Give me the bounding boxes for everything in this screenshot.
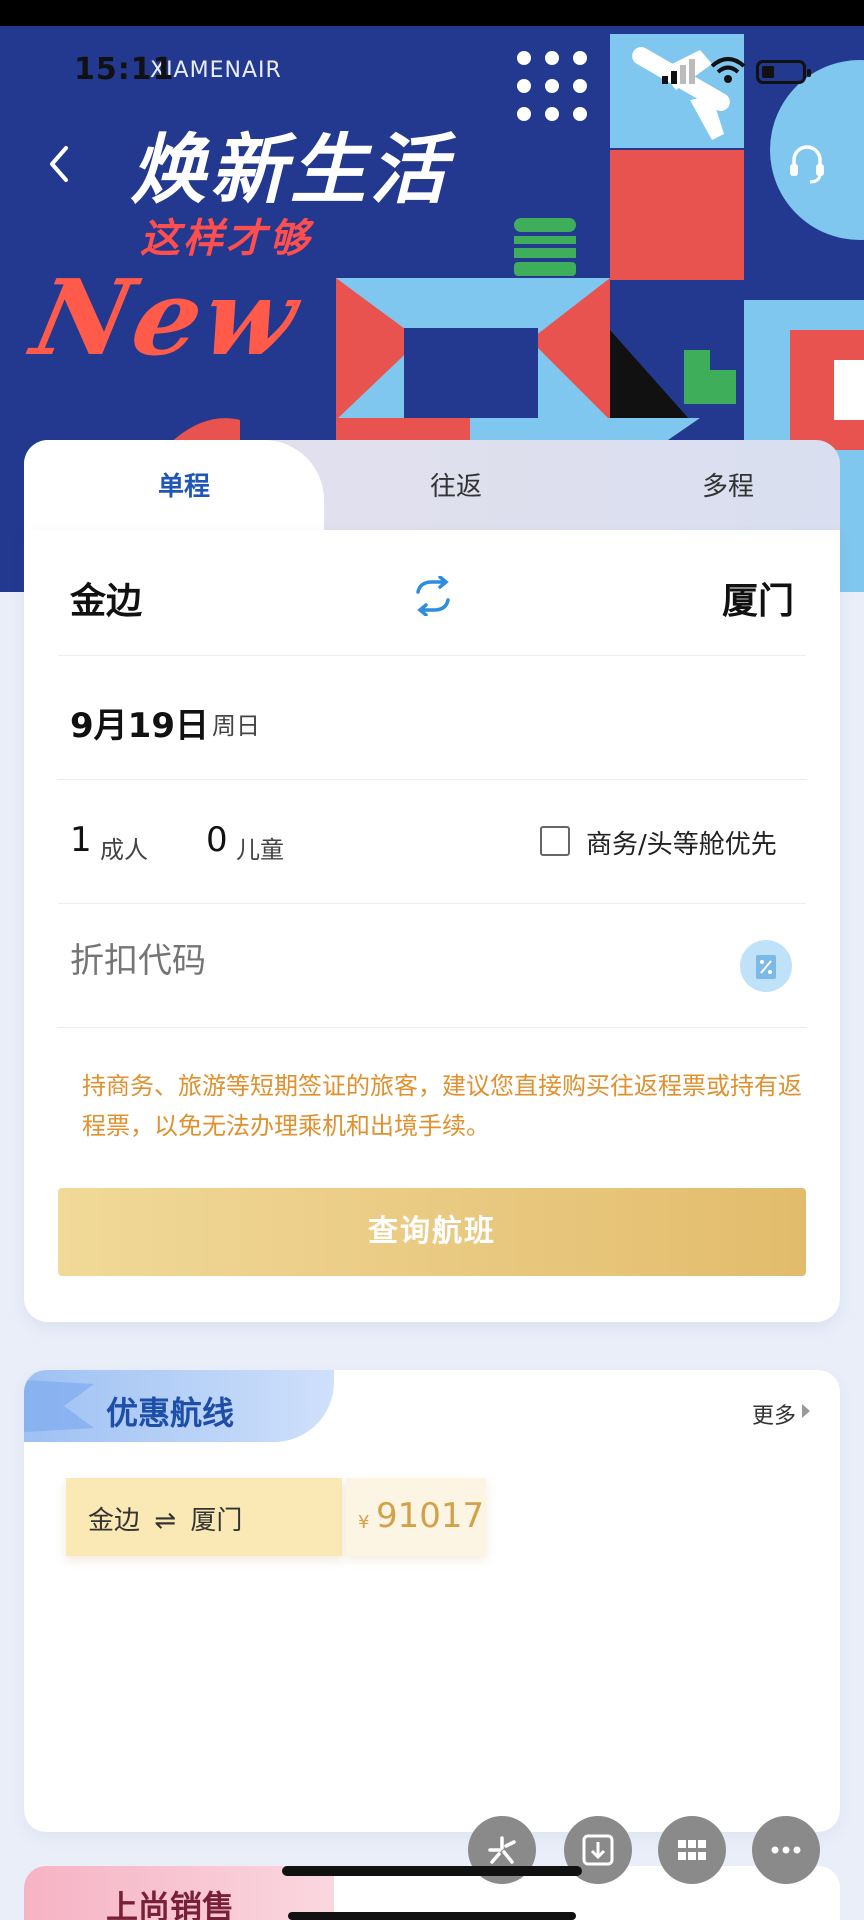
- signal-icon: [662, 59, 695, 84]
- search-flights-button[interactable]: 查询航班: [58, 1188, 806, 1276]
- route-item[interactable]: 金边 ⇌ 厦门: [66, 1478, 342, 1556]
- business-priority-label[interactable]: 商务/头等舱优先: [586, 824, 777, 861]
- headset-icon: [790, 145, 824, 184]
- adults-count[interactable]: 1: [70, 820, 92, 860]
- adults-label: 成人: [100, 836, 148, 864]
- passenger-row: 1 成人 0 儿童 商务/头等舱优先: [58, 780, 806, 904]
- routes-title: 优惠航线: [106, 1394, 235, 1432]
- battery-icon: [756, 60, 811, 84]
- children-label: 儿童: [236, 836, 284, 864]
- children-count[interactable]: 0: [206, 820, 228, 860]
- wifi-icon: [710, 57, 746, 83]
- system-bottom-bar: [288, 1912, 576, 1920]
- system-top-bar: [0, 0, 864, 26]
- status-bar: XIAMENAIR 15:11: [0, 42, 864, 102]
- back-arrow-icon: [50, 146, 68, 182]
- promo-row: [58, 904, 806, 1028]
- tab-multi-city[interactable]: 多程: [648, 466, 808, 503]
- promo-code-input[interactable]: [70, 942, 570, 981]
- business-priority-checkbox[interactable]: [540, 826, 570, 856]
- swap-icon[interactable]: [410, 576, 456, 616]
- more-dots-icon: [771, 1846, 801, 1854]
- customer-service-button[interactable]: [782, 138, 832, 188]
- grid-icon: [678, 1840, 706, 1860]
- flight-search-card: 金边 厦门 9月19日 周日 1 成人 0 儿童 商务/头等舱优先 折扣代码 持…: [24, 530, 840, 1322]
- more-options-button[interactable]: [752, 1816, 820, 1884]
- tab-one-way[interactable]: 单程: [104, 466, 264, 503]
- price-value: 91017: [376, 1496, 485, 1536]
- apps-button[interactable]: [658, 1816, 726, 1884]
- visa-notice: 持商务、旅游等短期签证的旅客，建议您直接购买往返程票或持有返程票，以免无法办理乘…: [82, 1072, 802, 1140]
- back-button[interactable]: [40, 140, 80, 188]
- sparkle-icon: [488, 1836, 516, 1864]
- route-price[interactable]: ¥ 91017: [346, 1478, 486, 1556]
- tab-round-trip[interactable]: 往返: [376, 466, 536, 503]
- route-row: 金边 厦门: [58, 530, 806, 656]
- discount-button[interactable]: [740, 940, 792, 992]
- featured-routes-section: 优惠航线 更多 金边 ⇌ 厦门 ¥ 91017: [24, 1370, 840, 1832]
- home-indicator: [282, 1866, 582, 1876]
- route-label: 金边 ⇌ 厦门: [88, 1506, 243, 1536]
- discount-icon: [756, 955, 776, 979]
- trip-type-tabs: 单程 往返 多程: [24, 440, 840, 536]
- more-routes-link[interactable]: 更多: [752, 1398, 796, 1430]
- arrival-city[interactable]: 厦门: [722, 572, 794, 624]
- chevron-right-icon[interactable]: [802, 1404, 810, 1418]
- hero-script-text: New: [22, 256, 312, 379]
- routes-header: 优惠航线: [24, 1370, 334, 1442]
- date-row[interactable]: 9月19日 周日: [58, 656, 806, 780]
- status-time: 15:11: [74, 52, 175, 87]
- departure-city[interactable]: 金边: [70, 572, 142, 624]
- departure-date: 9月19日: [70, 706, 209, 746]
- download-icon: [582, 1834, 614, 1866]
- price-currency: ¥: [358, 1512, 370, 1533]
- next-section-title: 上尚销售: [106, 1888, 235, 1920]
- departure-weekday: 周日: [212, 712, 260, 740]
- hero-title: 焕新生活: [130, 125, 450, 214]
